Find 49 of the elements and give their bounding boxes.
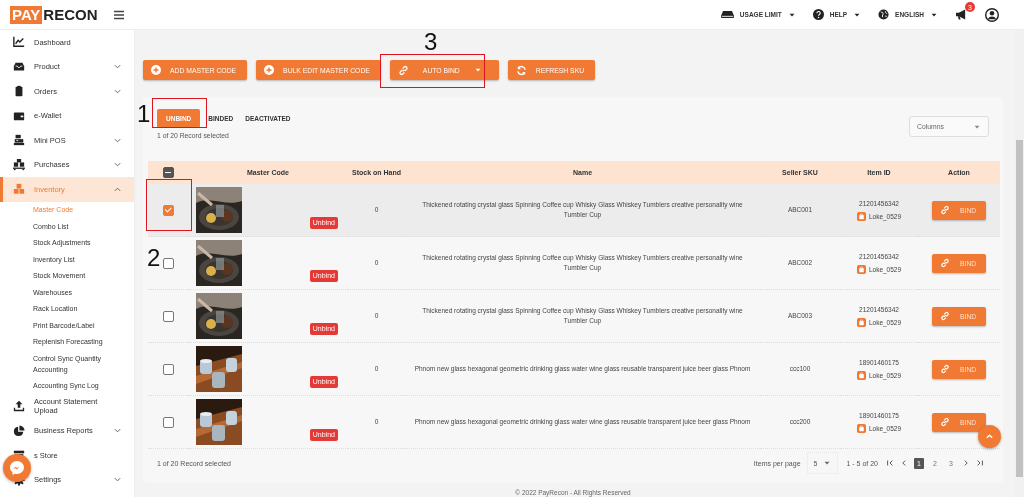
megaphone-icon[interactable]: [955, 9, 968, 20]
link-icon: [397, 64, 409, 76]
chart-icon: [13, 36, 25, 49]
next-page-icon[interactable]: [962, 459, 970, 467]
storage-icon: [720, 10, 734, 19]
link-icon: [940, 311, 950, 321]
link-icon: [940, 205, 950, 215]
messenger-icon: [9, 460, 25, 476]
clipboard-icon: [13, 85, 25, 98]
highlight-frame: [152, 98, 207, 128]
row-checkbox[interactable]: [162, 416, 174, 428]
link-icon: [940, 258, 950, 268]
shop-icon: [856, 318, 866, 327]
help-icon: [812, 9, 824, 20]
link-icon: [940, 364, 950, 374]
link-icon: [940, 417, 950, 427]
scrollbar-thumb[interactable]: [1016, 140, 1023, 477]
plus-icon: [151, 65, 161, 75]
last-page-icon[interactable]: [976, 459, 984, 467]
step-number: 2: [147, 246, 161, 270]
logo-text: RECON: [42, 6, 98, 23]
row-checkbox[interactable]: [162, 257, 174, 269]
row-checkbox[interactable]: [162, 310, 174, 322]
shop-icon: [856, 212, 866, 221]
boxes-icon: [13, 183, 25, 196]
logo-text: PAY: [10, 5, 43, 24]
register-icon: [13, 134, 25, 147]
pie-chart-icon: [13, 424, 25, 437]
pallet-icon: [13, 158, 25, 171]
shop-icon: [856, 371, 866, 380]
shop-icon: [856, 265, 866, 274]
select-all-checkbox[interactable]: [162, 167, 174, 178]
caret-icon: [823, 459, 832, 467]
previous-page-icon[interactable]: [900, 459, 908, 467]
row-checkbox[interactable]: [162, 363, 174, 375]
refresh-icon: [515, 64, 527, 76]
menu-icon[interactable]: [113, 9, 125, 20]
step-number: 1: [137, 102, 151, 126]
upload-icon: [13, 400, 25, 413]
row-checkbox[interactable]: [162, 204, 174, 216]
inbox-icon: [13, 60, 25, 73]
avatar-icon[interactable]: [985, 7, 999, 22]
plus-icon: [264, 65, 275, 75]
shop-icon: [856, 424, 866, 433]
step-number: 3: [424, 30, 438, 54]
globe-icon: [878, 9, 890, 20]
first-page-icon[interactable]: [886, 459, 894, 467]
highlight-frame: [146, 179, 192, 231]
chevron-up-icon: [985, 432, 994, 441]
